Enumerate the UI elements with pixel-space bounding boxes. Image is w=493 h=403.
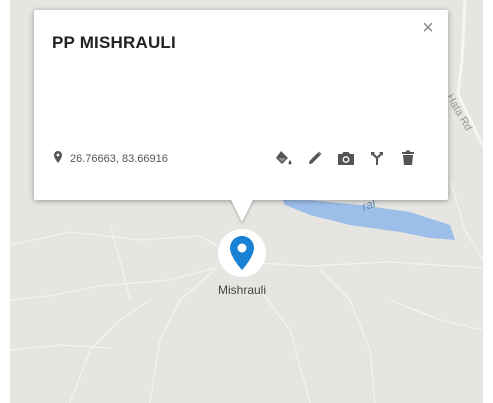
delete-button[interactable]	[398, 148, 418, 168]
paint-bucket-icon	[276, 151, 292, 165]
edit-button[interactable]	[305, 148, 325, 168]
directions-fork-icon	[371, 152, 383, 165]
pencil-icon	[309, 151, 322, 164]
info-popup: PP MISHRAULI × 26.76663, 83.66916	[34, 10, 448, 200]
close-button[interactable]: ×	[418, 18, 438, 38]
trash-icon	[402, 150, 414, 165]
marker-label: Mishrauli	[217, 283, 266, 297]
add-photo-button[interactable]	[336, 148, 356, 168]
camera-icon	[338, 152, 354, 165]
style-button[interactable]	[274, 148, 294, 168]
close-icon: ×	[422, 17, 434, 39]
coordinates-row: 26.76663, 83.66916	[54, 151, 168, 166]
directions-button[interactable]	[367, 148, 387, 168]
popup-tail	[230, 198, 254, 222]
location-pin-icon	[54, 151, 62, 166]
coordinates-text: 26.76663, 83.66916	[70, 152, 168, 165]
map-marker[interactable]	[218, 229, 266, 277]
map-marker-icon	[230, 236, 254, 270]
feature-toolbar	[263, 148, 418, 168]
popup-title: PP MISHRAULI	[52, 33, 176, 52]
